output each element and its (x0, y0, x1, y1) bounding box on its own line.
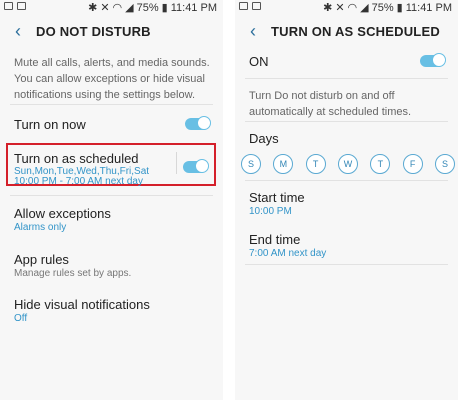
bluetooth-icon: ✱ (88, 2, 98, 14)
app-rules-label: App rules (14, 252, 69, 267)
page-title: DO NOT DISTURB (36, 23, 151, 39)
battery-icon: ▮ (396, 2, 403, 14)
clock: 11:41 PM (170, 1, 217, 14)
clock: 11:41 PM (405, 1, 452, 14)
day-tuesday[interactable]: T (305, 154, 326, 174)
on-toggle[interactable] (420, 53, 446, 67)
wifi-icon: ◠ (112, 2, 123, 14)
page-title: TURN ON AS SCHEDULED (271, 23, 440, 39)
turn-on-as-scheduled-screen: ✱ ✕ ◠ ◢ 75% ▮ 11:41 PM ‹ TURN ON AS SCHE… (235, 0, 458, 400)
back-arrow-icon[interactable]: ‹ (10, 22, 26, 40)
turn-on-now-label: Turn on now (14, 117, 86, 132)
allow-exceptions-label: Allow exceptions (14, 206, 111, 221)
app-rules-row[interactable]: App rules Manage rules set by apps. (0, 252, 223, 279)
day-wednesday[interactable]: W (337, 154, 358, 174)
mute-icon: ✕ (100, 2, 110, 14)
mute-icon: ✕ (335, 2, 345, 14)
status-bar: ✱ ✕ ◠ ◢ 75% ▮ 11:41 PM (235, 0, 458, 16)
hide-visual-notifications-value: Off (14, 313, 28, 324)
end-time-label: End time (249, 232, 301, 247)
image-notification-icon (239, 2, 248, 10)
toggle-knob (195, 159, 209, 173)
hide-visual-notifications-row[interactable]: Hide visual notifications Off (0, 297, 223, 324)
turn-on-as-scheduled-label: Turn on as scheduled (14, 151, 139, 166)
end-time-value: 7:00 AM next day (249, 248, 327, 259)
schedule-time: 10:00 PM - 7:00 AM next day (14, 176, 143, 187)
day-sunday[interactable]: S (241, 154, 261, 174)
toggle-knob (432, 53, 446, 67)
divider (245, 78, 448, 79)
hide-visual-notifications-label: Hide visual notifications (14, 297, 150, 312)
allow-exceptions-row[interactable]: Allow exceptions Alarms only (0, 206, 223, 233)
turn-on-as-scheduled-toggle[interactable] (183, 159, 209, 173)
divider (245, 121, 448, 122)
on-row[interactable]: ON (235, 52, 458, 70)
schedule-description: Turn Do not disturb on and off automatic… (249, 90, 412, 118)
app-bar: ‹ DO NOT DISTURB (0, 16, 223, 46)
day-thursday[interactable]: T (370, 154, 391, 174)
bluetooth-icon: ✱ (323, 2, 333, 14)
wifi-icon: ◠ (347, 2, 358, 14)
start-time-row[interactable]: Start time 10:00 PM (235, 190, 458, 217)
turn-on-now-toggle[interactable] (185, 116, 211, 130)
image-notification-icon (4, 2, 13, 10)
day-monday[interactable]: M (273, 154, 294, 174)
app-bar: ‹ TURN ON AS SCHEDULED (235, 16, 458, 46)
battery-icon: ▮ (161, 2, 168, 14)
app-rules-value: Manage rules set by apps. (14, 268, 132, 279)
notification-icon (17, 2, 26, 10)
day-friday[interactable]: F (402, 154, 423, 174)
description-text: Mute all calls, alerts, and media sounds… (14, 57, 210, 101)
divider (245, 180, 448, 181)
status-bar: ✱ ✕ ◠ ◢ 75% ▮ 11:41 PM (0, 0, 223, 16)
end-time-row[interactable]: End time 7:00 AM next day (235, 232, 458, 259)
day-selector: S M T W T F S (241, 154, 455, 176)
toggle-knob (197, 116, 211, 130)
do-not-disturb-screen: ✱ ✕ ◠ ◢ 75% ▮ 11:41 PM ‹ DO NOT DISTURB … (0, 0, 223, 400)
signal-icon: ◢ (360, 2, 369, 14)
signal-icon: ◢ (125, 2, 134, 14)
start-time-value: 10:00 PM (249, 206, 292, 217)
row-separator (176, 152, 177, 174)
divider (10, 104, 213, 105)
turn-on-now-row[interactable]: Turn on now (0, 114, 223, 134)
back-arrow-icon[interactable]: ‹ (245, 22, 261, 40)
battery-percent: 75% (136, 1, 159, 14)
start-time-label: Start time (249, 190, 305, 205)
days-label: Days (249, 131, 279, 146)
allow-exceptions-value: Alarms only (14, 222, 67, 233)
notification-icon (252, 2, 261, 10)
divider (10, 195, 213, 196)
battery-percent: 75% (371, 1, 394, 14)
day-saturday[interactable]: S (434, 154, 455, 174)
on-label: ON (249, 54, 269, 69)
divider (245, 264, 448, 265)
